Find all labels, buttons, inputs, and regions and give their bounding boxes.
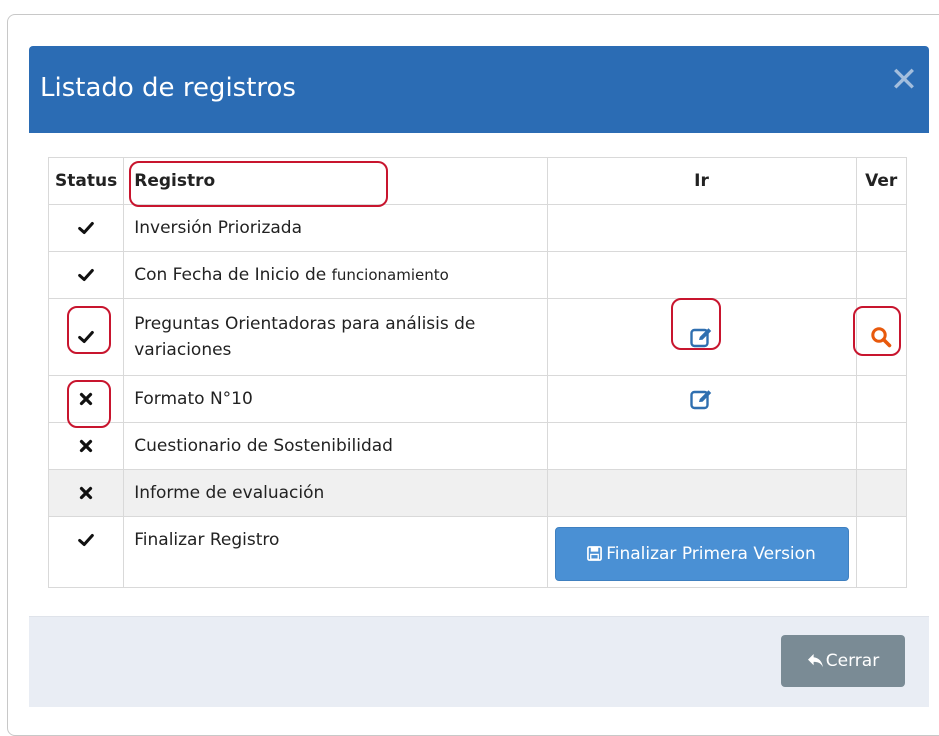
registro-label-main: Con Fecha de Inicio de [134, 265, 332, 285]
registro-cell: Con Fecha de Inicio de funcionamiento [123, 251, 548, 299]
registro-cell: Preguntas Orientadoras para análisis de … [123, 298, 548, 376]
ir-cell [546, 375, 857, 423]
registro-label: Preguntas Orientadoras para análisis de … [134, 314, 476, 360]
registros-table: Status Registro Ir Ver Inversión Prioriz… [47, 157, 907, 588]
registro-cell: Formato N°10 [123, 375, 548, 423]
registro-cell: Informe de evaluación [123, 469, 548, 517]
ir-cell [546, 422, 857, 470]
registro-cell: Inversión Priorizada [123, 204, 548, 252]
ver-cell [855, 251, 907, 299]
registro-label-small: funcionamiento [331, 266, 449, 284]
ir-cell [546, 298, 857, 376]
ver-cell [855, 375, 907, 423]
ver-cell [855, 298, 907, 376]
cross-icon [79, 392, 93, 406]
finalizar-button-label: Finalizar Primera Version [606, 544, 816, 564]
registro-label: Informe de evaluación [134, 483, 325, 503]
floppy-disk-icon [587, 546, 603, 561]
ver-cell [855, 469, 907, 517]
cross-icon [79, 486, 93, 500]
status-cell [47, 204, 125, 252]
table-row: Con Fecha de Inicio de funcionamiento [47, 251, 907, 299]
registros-modal: Listado de registros ✕ Status Registro I… [29, 46, 929, 707]
modal-title: Listado de registros [40, 73, 296, 103]
registro-label: Finalizar Registro [134, 530, 280, 550]
status-cell [47, 251, 125, 299]
header-ver: Ver [855, 157, 907, 205]
ir-cell: Finalizar Primera Version [546, 516, 857, 588]
header-ir: Ir [546, 157, 857, 205]
check-icon [78, 268, 94, 282]
table-row: Cuestionario de Sostenibilidad [47, 422, 907, 470]
ver-cell [855, 516, 907, 588]
finalizar-primera-version-button[interactable]: Finalizar Primera Version [554, 527, 849, 581]
header-status: Status [47, 157, 125, 205]
registro-label: Cuestionario de Sostenibilidad [134, 436, 393, 456]
edit-icon[interactable] [689, 388, 714, 410]
table-row: Preguntas Orientadoras para análisis de … [47, 298, 907, 376]
table-row: Formato N°10 [47, 375, 907, 423]
cerrar-button[interactable]: Cerrar [781, 635, 905, 687]
table-row: Inversión Priorizada [47, 204, 907, 252]
cross-icon [79, 439, 93, 453]
status-cell [47, 298, 125, 376]
modal-header: Listado de registros ✕ [29, 46, 929, 133]
registro-label: Inversión Priorizada [134, 218, 303, 238]
ir-cell [546, 251, 857, 299]
status-cell [47, 516, 125, 588]
check-icon [78, 221, 94, 235]
status-cell [47, 422, 125, 470]
registro-cell: Finalizar Registro [123, 516, 548, 588]
edit-icon[interactable] [689, 326, 714, 348]
reply-arrow-icon [807, 653, 823, 668]
close-icon[interactable]: ✕ [884, 60, 924, 100]
header-registro: Registro [123, 157, 548, 205]
registro-label: Formato N°10 [134, 389, 253, 409]
status-cell [47, 469, 125, 517]
registro-cell: Cuestionario de Sostenibilidad [123, 422, 548, 470]
table-row: Informe de evaluación [47, 469, 907, 517]
cerrar-button-label: Cerrar [825, 651, 880, 671]
registro-label: Con Fecha de Inicio de funcionamiento [134, 262, 546, 288]
search-icon[interactable] [870, 326, 892, 348]
check-icon [78, 533, 94, 547]
modal-footer: Cerrar [29, 616, 929, 707]
ver-cell [855, 204, 907, 252]
check-icon [78, 330, 94, 344]
table-header-row: Status Registro Ir Ver [47, 157, 907, 205]
table-row: Finalizar Registro Finalizar Primera Ver… [47, 516, 907, 588]
status-cell [47, 375, 125, 423]
ir-cell [546, 204, 857, 252]
ir-cell [546, 469, 857, 517]
ver-cell [855, 422, 907, 470]
